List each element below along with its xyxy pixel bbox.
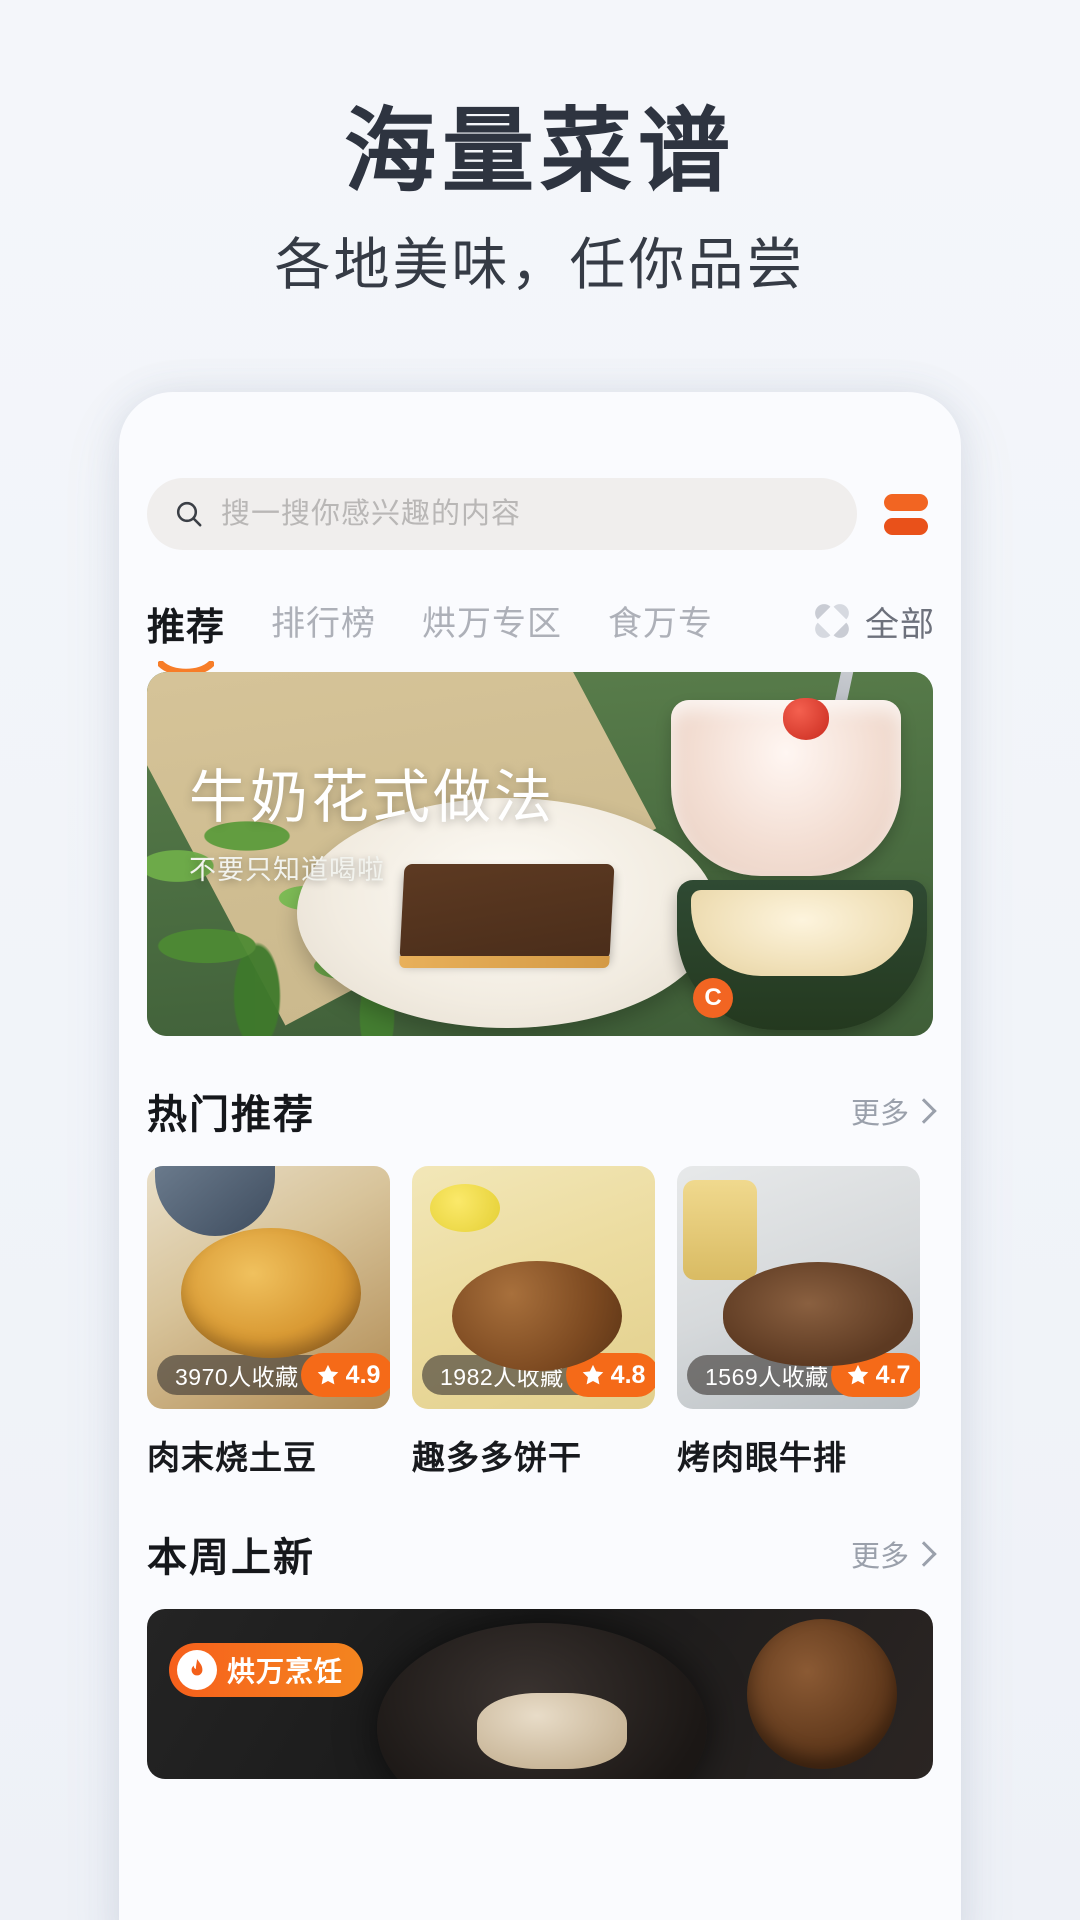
featured-wide-card[interactable]: 烘万烹饪 — [147, 1609, 933, 1779]
favorites-badge: 1569人收藏 — [687, 1355, 847, 1395]
chevron-right-icon — [911, 1098, 937, 1124]
star-icon — [317, 1364, 338, 1385]
promo-banner[interactable]: C 牛奶花式做法 不要只知道喝啦 — [147, 672, 933, 1036]
promo-page: 海量菜谱 各地美味，任你品尝 搜一搜你感兴趣的内容 推荐 排行榜 烘万专区 食万… — [0, 0, 1080, 1920]
recipe-thumbnail: 3970人收藏 4.9 — [147, 1166, 390, 1409]
search-placeholder: 搜一搜你感兴趣的内容 — [221, 498, 522, 530]
tab-label: 推荐 — [147, 607, 226, 649]
recipe-title: 肉末烧土豆 — [147, 1439, 317, 1476]
hamburger-bar-bottom — [884, 517, 928, 535]
banner-logo-badge: C — [693, 978, 733, 1018]
category-tabs: 推荐 排行榜 烘万专区 食万专 全部 — [119, 550, 961, 675]
section-header-new: 本周上新 更多 — [119, 1479, 961, 1583]
recipe-thumbnail: 1982人收藏 4.8 — [412, 1166, 655, 1409]
more-link-hot[interactable]: 更多 — [850, 1090, 937, 1132]
tab-food-zone[interactable]: 食万专 — [608, 596, 713, 645]
recipe-card[interactable]: 1982人收藏 4.8 趣多多饼干 — [412, 1166, 655, 1479]
rating-badge: 4.7 — [830, 1353, 920, 1397]
all-categories-button[interactable]: 全部 — [791, 590, 961, 652]
rating-badge: 4.9 — [300, 1353, 390, 1397]
featured-badge: 烘万烹饪 — [169, 1643, 364, 1697]
tab-baking-zone[interactable]: 烘万专区 — [422, 596, 562, 645]
recipe-card[interactable]: 3970人收藏 4.9 肉末烧土豆 — [147, 1166, 390, 1479]
tab-label: 烘万专区 — [422, 605, 563, 643]
section-header-hot: 热门推荐 更多 — [119, 1036, 961, 1140]
search-row: 搜一搜你感兴趣的内容 — [119, 392, 961, 550]
hamburger-icon[interactable] — [879, 487, 933, 541]
flame-icon-wrap — [177, 1650, 217, 1690]
more-label: 更多 — [850, 1541, 909, 1573]
recipe-thumbnail: 1569人收藏 4.7 — [677, 1166, 920, 1409]
more-label: 更多 — [850, 1098, 909, 1130]
section-title: 热门推荐 — [147, 1093, 315, 1137]
recipe-title: 趣多多饼干 — [412, 1439, 582, 1476]
more-link-new[interactable]: 更多 — [850, 1533, 937, 1575]
flame-icon — [191, 1659, 203, 1676]
search-input[interactable]: 搜一搜你感兴趣的内容 — [147, 478, 857, 550]
banner-text-block: 牛奶花式做法 不要只知道喝啦 — [189, 750, 555, 887]
recipe-card[interactable]: 1569人收藏 4.7 烤肉眼牛排 — [677, 1166, 920, 1479]
rating-value: 4.7 — [875, 1360, 911, 1389]
banner-subtitle: 不要只知道喝啦 — [189, 855, 385, 885]
recipe-card-list: 3970人收藏 4.9 肉末烧土豆 1982人收藏 4.8 趣多多饼干 1569… — [119, 1140, 961, 1479]
star-icon — [847, 1364, 868, 1385]
banner-title: 牛奶花式做法 — [189, 765, 556, 830]
page-subtitle: 各地美味，任你品尝 — [274, 233, 806, 296]
hero-header: 海量菜谱 各地美味，任你品尝 — [0, 96, 1080, 300]
all-categories-label: 全部 — [865, 605, 935, 644]
search-icon — [176, 501, 202, 527]
featured-badge-label: 烘万烹饪 — [227, 1656, 344, 1687]
favorites-badge: 3970人收藏 — [157, 1355, 317, 1395]
recipe-badges: 1569人收藏 4.7 — [687, 1353, 920, 1397]
hamburger-bar-top — [884, 493, 928, 511]
tab-label: 排行榜 — [271, 605, 377, 643]
page-title: 海量菜谱 — [343, 101, 736, 203]
app-screen: 搜一搜你感兴趣的内容 推荐 排行榜 烘万专区 食万专 全部 C 牛奶花式做法 不… — [119, 392, 961, 1920]
recipe-badges: 1982人收藏 4.8 — [422, 1353, 655, 1397]
cup-decor — [747, 1619, 897, 1769]
section-title: 本周上新 — [147, 1536, 315, 1580]
phone-mockup: 搜一搜你感兴趣的内容 推荐 排行榜 烘万专区 食万专 全部 C 牛奶花式做法 不… — [119, 392, 961, 1920]
tab-label: 食万专 — [608, 605, 714, 643]
chevron-right-icon — [911, 1541, 937, 1567]
recipe-title: 烤肉眼牛排 — [677, 1439, 847, 1476]
rating-badge: 4.8 — [565, 1353, 655, 1397]
tab-recommend[interactable]: 推荐 — [147, 596, 226, 675]
grid-clover-icon — [815, 604, 849, 638]
favorites-badge: 1982人收藏 — [422, 1355, 582, 1395]
food-decor — [477, 1693, 627, 1769]
tab-ranking[interactable]: 排行榜 — [271, 596, 376, 645]
banner-strawberry-decor — [783, 698, 829, 740]
rating-value: 4.9 — [345, 1360, 381, 1389]
rating-value: 4.8 — [610, 1360, 646, 1389]
recipe-badges: 3970人收藏 4.9 — [157, 1353, 390, 1397]
star-icon — [582, 1364, 603, 1385]
